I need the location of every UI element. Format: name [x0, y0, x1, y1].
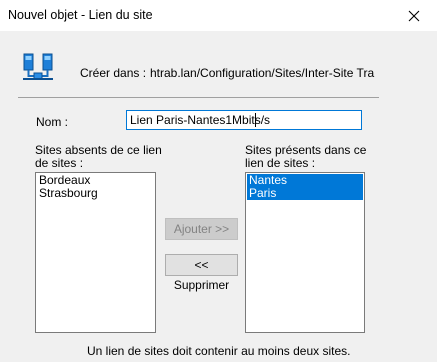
window-title: Nouvel objet - Lien du site [8, 8, 153, 22]
present-sites-listbox[interactable]: Nantes Paris [245, 172, 365, 333]
remove-button[interactable]: << Supprimer [165, 254, 238, 292]
create-in-label: Créer dans : [80, 66, 147, 80]
separator [18, 97, 379, 98]
absent-sites-label-line1: Sites absents de ce lien [35, 143, 162, 157]
list-item[interactable]: Paris [247, 187, 363, 200]
create-in-path: htrab.lan/Configuration/Sites/Inter-Site… [150, 66, 375, 80]
absent-sites-label-line2: de sites : [35, 156, 84, 170]
present-sites-label-line2: lien de sites : [245, 156, 316, 170]
close-icon [408, 10, 420, 21]
present-sites-label-line1: Sites présents dans ce [245, 143, 367, 157]
title-bar: Nouvel objet - Lien du site [0, 0, 437, 31]
name-input[interactable] [126, 110, 362, 130]
sites-link-icon [23, 53, 53, 80]
add-button[interactable]: Ajouter >> [165, 218, 238, 240]
close-button[interactable] [391, 0, 437, 31]
absent-sites-listbox[interactable]: Bordeaux Strasbourg [35, 172, 156, 333]
footer-hint: Un lien de sites doit contenir au moins … [87, 344, 351, 358]
name-label: Nom : [36, 115, 69, 129]
text-caret [255, 113, 256, 127]
list-item[interactable]: Strasbourg [37, 187, 154, 200]
